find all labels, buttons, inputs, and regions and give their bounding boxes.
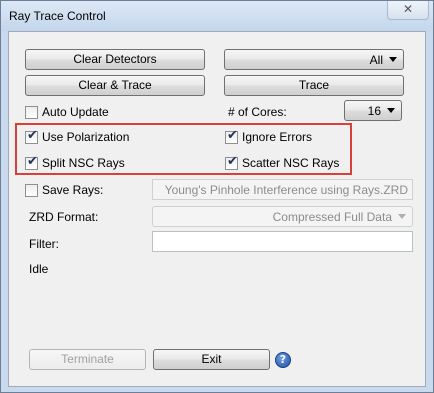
split-nsc-rays-checkbox[interactable]: ✔	[25, 154, 38, 170]
dialog-body: Clear Detectors All Clear & Trace Trace …	[8, 31, 426, 387]
checkmark-icon: ✔	[27, 154, 38, 169]
filter-input[interactable]	[152, 231, 413, 252]
checkmark-icon: ✔	[227, 128, 238, 143]
scatter-nsc-rays-label: Scatter NSC Rays	[242, 156, 340, 170]
window-title: Ray Trace Control	[9, 9, 106, 23]
save-rays-checkbox[interactable]	[25, 184, 38, 197]
chevron-down-icon	[389, 57, 397, 62]
cores-select-value: 16	[367, 104, 381, 118]
help-icon[interactable]: ?	[275, 352, 291, 368]
split-nsc-rays-label: Split NSC Rays	[42, 156, 125, 170]
save-rays-filename-value: Young's Pinhole Interference using Rays.…	[164, 183, 408, 197]
auto-update-checkbox[interactable]	[25, 106, 38, 119]
ignore-errors-checkbox[interactable]: ✔	[225, 128, 238, 144]
cores-label: # of Cores:	[228, 105, 287, 119]
ray-trace-control-window: Ray Trace Control ✕ Clear Detectors All …	[0, 0, 434, 393]
status-text: Idle	[29, 262, 49, 276]
checkmark-icon: ✔	[27, 128, 38, 143]
clear-and-trace-button[interactable]: Clear & Trace	[25, 75, 205, 96]
auto-update-label: Auto Update	[42, 105, 109, 119]
save-rays-label: Save Rays:	[42, 183, 104, 197]
use-polarization-label: Use Polarization	[42, 130, 130, 144]
save-rays-filename-field[interactable]: Young's Pinhole Interference using Rays.…	[152, 179, 413, 200]
close-icon: ✕	[402, 2, 414, 16]
terminate-button[interactable]: Terminate	[29, 349, 146, 370]
ignore-errors-label: Ignore Errors	[242, 130, 313, 144]
trace-button[interactable]: Trace	[224, 75, 404, 96]
clear-detectors-button[interactable]: Clear Detectors	[25, 49, 205, 70]
checkmark-icon: ✔	[227, 154, 238, 169]
close-button[interactable]: ✕	[387, 1, 429, 20]
title-bar[interactable]: Ray Trace Control ✕	[1, 1, 433, 31]
scatter-nsc-rays-checkbox[interactable]: ✔	[225, 154, 238, 170]
cores-select[interactable]: 16	[344, 100, 402, 121]
chevron-down-icon	[387, 108, 395, 113]
zrd-format-value: Compressed Full Data	[272, 210, 392, 224]
use-polarization-checkbox[interactable]: ✔	[25, 128, 38, 144]
zrd-format-label: ZRD Format:	[29, 210, 99, 224]
filter-label: Filter:	[29, 237, 59, 251]
chevron-down-icon	[398, 214, 406, 219]
detector-select[interactable]: All	[224, 49, 404, 70]
exit-button[interactable]: Exit	[153, 349, 270, 370]
zrd-format-select[interactable]: Compressed Full Data	[152, 206, 413, 227]
detector-select-value: All	[369, 53, 383, 67]
